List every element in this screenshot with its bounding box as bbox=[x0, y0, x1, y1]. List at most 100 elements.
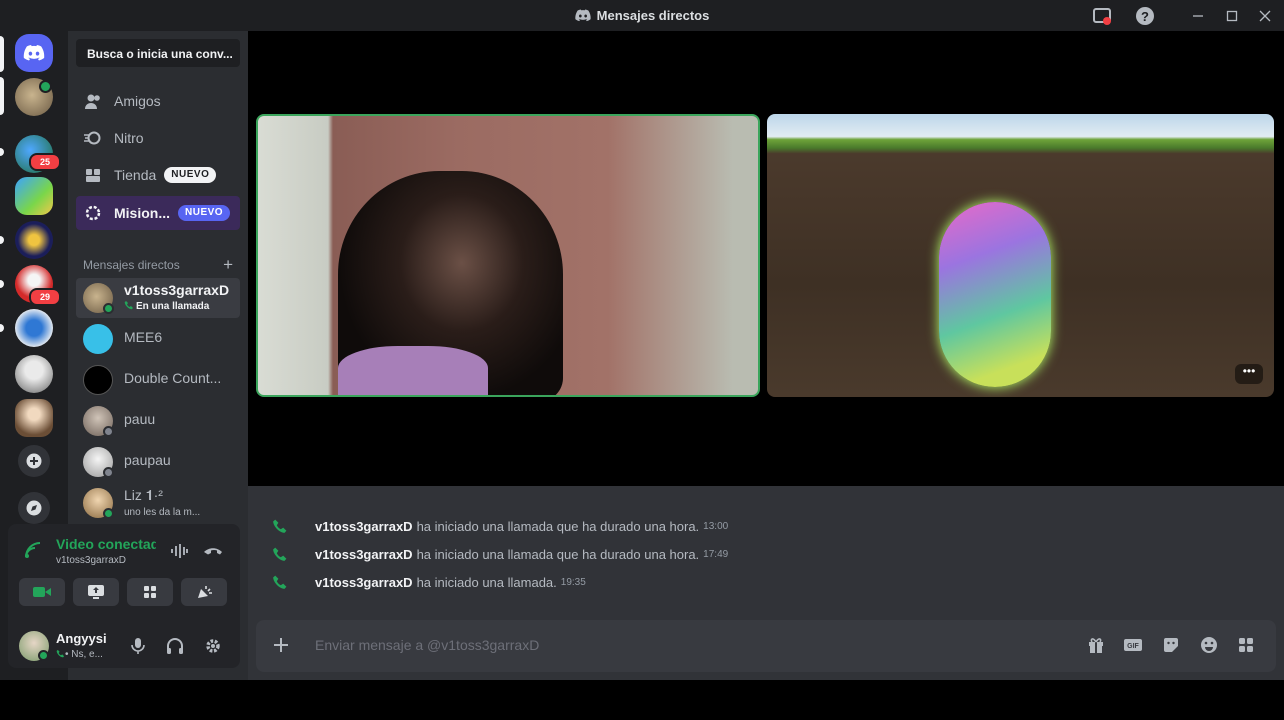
close-icon[interactable] bbox=[1254, 5, 1276, 27]
dm-activity: En una llamada bbox=[124, 300, 209, 312]
new-badge: NUEVO bbox=[164, 167, 217, 183]
microphone-icon[interactable] bbox=[128, 636, 148, 656]
video-participant-shirt bbox=[338, 346, 488, 395]
soundboard-button[interactable] bbox=[181, 578, 227, 606]
mention-badge: 25 bbox=[29, 153, 61, 171]
search-conversation-button[interactable]: Busca o inicia una conv... bbox=[76, 39, 240, 67]
nitro-icon bbox=[84, 129, 102, 147]
disconnect-call-icon[interactable] bbox=[203, 542, 223, 565]
emoji-icon[interactable] bbox=[1197, 633, 1221, 657]
online-status-icon bbox=[103, 303, 114, 314]
dm-name: Liz 𝟏·² bbox=[124, 487, 163, 503]
nav-label: Nitro bbox=[114, 130, 144, 146]
message-text: ha iniciado una llamada que ha durado un… bbox=[416, 518, 700, 534]
server-indicator bbox=[0, 77, 4, 115]
unread-indicator bbox=[0, 324, 4, 332]
sticker-icon[interactable] bbox=[1159, 633, 1183, 657]
create-dm-plus-icon[interactable]: + bbox=[223, 255, 233, 275]
title-bar: Mensajes directos ? bbox=[0, 0, 1284, 31]
attach-plus-icon[interactable] bbox=[269, 633, 293, 657]
online-status-icon bbox=[38, 650, 49, 661]
friends-icon bbox=[84, 92, 102, 110]
dm-item[interactable]: paupau bbox=[76, 442, 240, 482]
unread-indicator bbox=[0, 280, 4, 288]
settings-gear-icon[interactable] bbox=[203, 636, 223, 656]
maximize-icon[interactable] bbox=[1221, 5, 1243, 27]
message-input[interactable]: Enviar mensaje a @v1toss3garraxD bbox=[315, 637, 539, 653]
nav-item-friends[interactable]: Amigos bbox=[76, 84, 240, 118]
dm-activity-text: En una llamada bbox=[136, 301, 210, 312]
offline-status-icon bbox=[103, 467, 114, 478]
nav-item-shop[interactable]: Tienda NUEVO bbox=[76, 158, 240, 192]
svg-text:GIF: GIF bbox=[1127, 643, 1139, 650]
dm-name: Double Count... bbox=[124, 370, 222, 386]
call-log-message: v1toss3garraxD ha iniciado una llamada. … bbox=[272, 573, 586, 591]
phone-icon bbox=[124, 301, 133, 310]
headphones-icon[interactable] bbox=[165, 636, 185, 656]
message-text: ha iniciado una llamada que ha durado un… bbox=[416, 546, 700, 562]
user-name[interactable]: Angyysi bbox=[56, 631, 107, 646]
server-icon-text-logo[interactable] bbox=[15, 309, 53, 347]
discover-compass-icon[interactable] bbox=[18, 492, 50, 524]
avatar bbox=[83, 324, 113, 354]
server-icon-monkey[interactable] bbox=[15, 399, 53, 437]
minimize-icon[interactable] bbox=[1187, 5, 1209, 27]
screen-share-icon bbox=[88, 585, 104, 599]
unread-indicator bbox=[0, 148, 4, 156]
quests-icon bbox=[84, 204, 102, 222]
dm-item[interactable]: Double Count... bbox=[76, 360, 240, 400]
noise-suppression-icon[interactable] bbox=[170, 542, 188, 565]
dm-name: paupau bbox=[124, 452, 171, 468]
dm-item[interactable]: pauu bbox=[76, 401, 240, 441]
server-icon-anime[interactable] bbox=[15, 221, 53, 259]
add-server-icon[interactable] bbox=[18, 445, 50, 477]
phone-icon bbox=[272, 546, 290, 562]
offline-status-icon bbox=[103, 426, 114, 437]
letterbox-bar bbox=[0, 680, 1284, 720]
nav-label: Tienda bbox=[114, 167, 157, 183]
user-status: • Ns, e... bbox=[56, 649, 103, 660]
more-options-icon[interactable]: ••• bbox=[1235, 364, 1263, 384]
server-icon-game[interactable] bbox=[15, 177, 53, 215]
dm-name: pauu bbox=[124, 411, 156, 427]
dm-name: MEE6 bbox=[124, 329, 163, 345]
camera-button[interactable] bbox=[19, 578, 65, 606]
video-background-filter-character bbox=[939, 202, 1051, 387]
window-title: Mensajes directos bbox=[596, 8, 710, 23]
video-camera-icon bbox=[33, 587, 51, 597]
message-author[interactable]: v1toss3garraxD bbox=[315, 547, 413, 562]
activities-icon bbox=[144, 586, 156, 598]
nav-item-quests[interactable]: Mision... NUEVO bbox=[76, 196, 240, 230]
server-icon-dog[interactable] bbox=[15, 355, 53, 393]
active-server-indicator bbox=[0, 36, 4, 72]
help-icon[interactable]: ? bbox=[1134, 5, 1156, 27]
message-author[interactable]: v1toss3garraxD bbox=[315, 519, 413, 534]
dm-item[interactable]: v1toss3garraxD En una llamada bbox=[76, 278, 240, 318]
screen-share-button[interactable] bbox=[73, 578, 119, 606]
svg-text:?: ? bbox=[1141, 9, 1149, 24]
direct-messages-home-icon[interactable] bbox=[15, 34, 53, 72]
video-tile-self-filter[interactable]: ••• bbox=[767, 114, 1274, 397]
message-author[interactable]: v1toss3garraxD bbox=[315, 575, 413, 590]
dm-section-header: Mensajes directos + bbox=[83, 255, 233, 275]
inbox-icon[interactable] bbox=[1091, 5, 1113, 27]
message-time: 13:00 bbox=[703, 520, 729, 532]
activities-button[interactable] bbox=[127, 578, 173, 606]
dm-activity: uno les da la m... bbox=[124, 507, 201, 518]
nav-label: Amigos bbox=[114, 93, 161, 109]
discord-icon bbox=[574, 9, 591, 22]
call-log-message: v1toss3garraxD ha iniciado una llamada q… bbox=[272, 517, 728, 535]
message-time: 17:49 bbox=[703, 548, 729, 560]
dm-item[interactable]: MEE6 bbox=[76, 319, 240, 359]
apps-icon[interactable] bbox=[1234, 633, 1258, 657]
dm-item[interactable]: Liz 𝟏·² uno les da la m... bbox=[76, 483, 240, 523]
gift-icon[interactable] bbox=[1084, 633, 1108, 657]
new-badge: NUEVO bbox=[178, 205, 231, 221]
connection-signal-icon[interactable] bbox=[24, 541, 42, 564]
phone-icon bbox=[272, 574, 290, 590]
gif-icon[interactable]: GIF bbox=[1121, 633, 1145, 657]
video-tile-remote-user[interactable] bbox=[256, 114, 760, 397]
voice-status[interactable]: Video conectado bbox=[56, 536, 156, 552]
nav-item-nitro[interactable]: Nitro bbox=[76, 121, 240, 155]
mention-badge: 29 bbox=[29, 288, 61, 306]
